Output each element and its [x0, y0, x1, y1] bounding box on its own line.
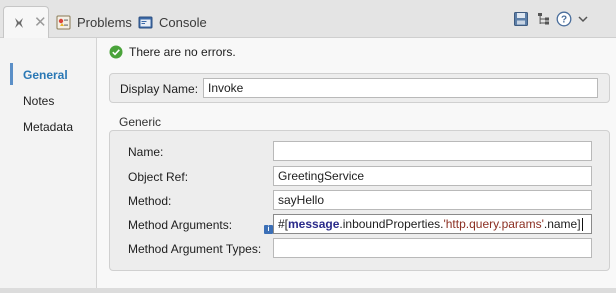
- name-label: Name:: [128, 145, 164, 159]
- display-name-field[interactable]: Invoke: [203, 78, 598, 98]
- method-argument-types-label: Method Argument Types:: [128, 242, 262, 256]
- name-field[interactable]: [273, 141, 592, 161]
- view-tab-bar: ✕ Problems Console ?: [0, 0, 616, 39]
- chevron-down-icon[interactable]: [578, 14, 588, 24]
- expression-prefix: #[: [278, 217, 289, 231]
- properties-icon: [15, 18, 23, 28]
- problems-icon: [56, 15, 71, 29]
- object-ref-label: Object Ref:: [128, 170, 189, 184]
- generic-group: Name: Object Ref: GreetingService Method…: [109, 130, 610, 271]
- status-text: There are no errors.: [129, 45, 236, 59]
- tab-problems-label: Problems: [77, 14, 132, 30]
- tab-console-label: Console: [159, 14, 207, 30]
- expression-keyword: message: [288, 217, 340, 231]
- validation-status: There are no errors.: [109, 45, 236, 59]
- console-icon: [138, 16, 153, 28]
- display-name-group: Display Name: Invoke: [109, 73, 610, 103]
- sidebar-item-general[interactable]: General: [23, 68, 68, 82]
- bottom-edge: [0, 288, 616, 293]
- active-indicator: [10, 63, 13, 85]
- tab-console[interactable]: Console: [138, 14, 207, 30]
- properties-sidebar: General Notes Metadata: [0, 38, 96, 293]
- method-field[interactable]: sayHello: [273, 190, 592, 210]
- sidebar-item-metadata[interactable]: Metadata: [23, 120, 73, 134]
- sidebar-item-notes[interactable]: Notes: [23, 94, 54, 108]
- method-label: Method:: [128, 194, 172, 208]
- method-argument-types-field[interactable]: [273, 238, 592, 258]
- method-arguments-field[interactable]: #[message.inboundProperties.'http.query.…: [273, 214, 592, 234]
- display-name-label: Display Name:: [120, 82, 199, 96]
- object-ref-field[interactable]: GreetingService: [273, 166, 592, 186]
- tab-properties[interactable]: ✕: [3, 6, 49, 39]
- svg-text:?: ?: [561, 15, 567, 26]
- expression-suffix: .name]: [543, 217, 581, 231]
- expression-middle: .inboundProperties.: [339, 217, 444, 231]
- close-icon[interactable]: ✕: [34, 15, 47, 30]
- tree-icon[interactable]: [536, 11, 552, 27]
- properties-content: There are no errors. Display Name: Invok…: [96, 38, 616, 293]
- info-icon: i: [264, 225, 273, 234]
- expression-string: 'http.query.params': [443, 217, 544, 231]
- save-icon[interactable]: [513, 11, 529, 27]
- generic-group-title: Generic: [119, 115, 162, 129]
- help-icon[interactable]: ?: [556, 11, 572, 27]
- method-arguments-label: Method Arguments:: [128, 218, 233, 232]
- text-caret: [581, 218, 583, 232]
- tab-problems[interactable]: Problems: [56, 14, 132, 30]
- check-circle-icon: [109, 45, 123, 59]
